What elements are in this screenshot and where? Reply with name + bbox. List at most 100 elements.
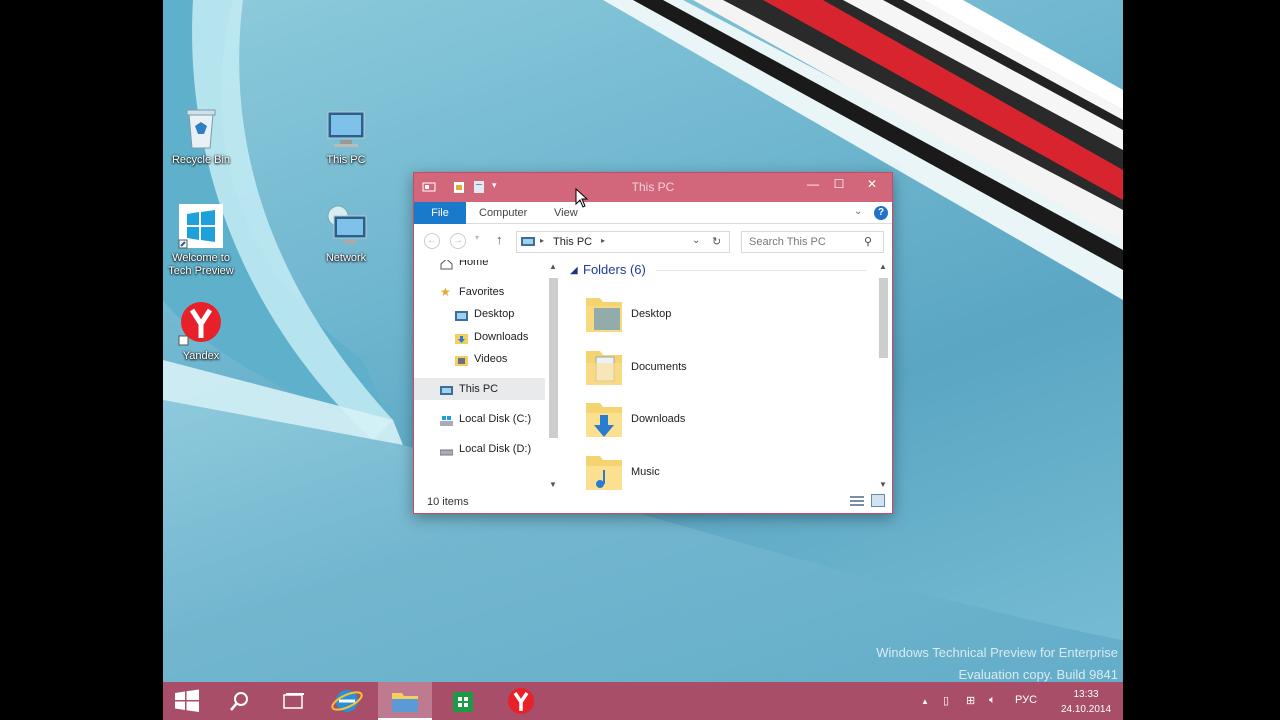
language-indicator[interactable]: РУС bbox=[1015, 694, 1037, 706]
folder-item[interactable]: Documents bbox=[584, 345, 804, 395]
details-view-icon[interactable] bbox=[850, 495, 864, 510]
network-icon bbox=[322, 202, 370, 250]
address-dropdown-icon[interactable]: ⌄ bbox=[692, 235, 700, 246]
desktop-icon-network[interactable]: Network bbox=[308, 202, 384, 265]
mouse-cursor-icon bbox=[575, 188, 589, 208]
up-button[interactable]: ↑ bbox=[496, 232, 503, 247]
documents-folder-icon bbox=[584, 345, 624, 389]
desktop-icon-label: Recycle Bin bbox=[171, 154, 231, 166]
folder-item[interactable]: Desktop bbox=[584, 292, 804, 342]
desktop-icon-label: Welcome to Tech Preview bbox=[168, 252, 234, 277]
watermark-line1: Windows Technical Preview for Enterprise bbox=[876, 645, 1118, 660]
nav-favorite-videos[interactable]: Videos bbox=[414, 348, 546, 370]
maximize-button[interactable]: ☐ bbox=[826, 173, 852, 195]
nav-this-pc[interactable]: This PC bbox=[414, 378, 545, 400]
navigation-pane-scrollbar[interactable]: ▲ ▼ bbox=[545, 260, 562, 492]
file-list-scrollbar[interactable]: ▲ ▼ bbox=[875, 260, 892, 492]
start-button[interactable] bbox=[163, 682, 215, 720]
search-box[interactable]: Search This PC ⚲ bbox=[741, 231, 884, 253]
expand-ribbon-icon[interactable]: ⌄ bbox=[854, 206, 862, 217]
desktop-icon-welcome[interactable]: Welcome to Tech Preview bbox=[163, 202, 239, 278]
title-bar[interactable]: ▾ This PC — ☐ ✕ bbox=[414, 173, 892, 202]
task-view-icon bbox=[283, 693, 304, 709]
item-count: 10 items bbox=[427, 496, 469, 508]
nav-label: Favorites bbox=[459, 286, 505, 298]
refresh-icon[interactable]: ↻ bbox=[712, 235, 721, 248]
nav-label: Home bbox=[459, 260, 489, 268]
group-header[interactable]: Folders (6) bbox=[583, 262, 646, 277]
desktop: Recycle Bin This PC Welcome to Tech Prev… bbox=[163, 0, 1123, 720]
nav-favorites[interactable]: ★ Favorites bbox=[414, 281, 546, 303]
tab-computer[interactable]: Computer bbox=[467, 202, 539, 224]
folder-name: Documents bbox=[631, 361, 687, 373]
folder-name: Music bbox=[631, 466, 660, 478]
desktop-folder-icon bbox=[584, 292, 624, 336]
windows-logo-icon bbox=[177, 202, 225, 250]
folder-item[interactable]: Downloads bbox=[584, 397, 804, 447]
address-bar[interactable]: ▸ This PC ▸ ⌄ ↻ bbox=[516, 231, 730, 253]
scroll-up-arrow-icon[interactable]: ▲ bbox=[879, 262, 887, 271]
navigation-pane: Home ★ Favorites Desktop Downloads Video… bbox=[414, 260, 561, 492]
desktop-icon-label: This PC bbox=[326, 154, 366, 166]
scrollbar-thumb[interactable] bbox=[879, 278, 888, 358]
build-watermark: Windows Technical Preview for Enterprise… bbox=[876, 642, 1118, 686]
nav-favorite-downloads[interactable]: Downloads bbox=[414, 326, 546, 348]
clock-time: 13:33 bbox=[1073, 689, 1099, 700]
internet-explorer-button[interactable] bbox=[321, 682, 373, 720]
downloads-folder-icon bbox=[584, 397, 624, 441]
back-button[interactable]: ← bbox=[424, 233, 440, 249]
clock-date: 24.10.2014 bbox=[1060, 704, 1112, 715]
search-icon[interactable]: ⚲ bbox=[864, 235, 872, 248]
internet-explorer-icon bbox=[331, 690, 363, 712]
scroll-down-arrow-icon[interactable]: ▼ bbox=[879, 480, 887, 489]
folder-item[interactable]: Music bbox=[584, 450, 804, 492]
nav-label: Local Disk (C:) bbox=[459, 413, 532, 425]
forward-button[interactable]: → bbox=[450, 233, 466, 249]
search-input[interactable]: Search This PC bbox=[749, 236, 826, 248]
breadcrumb-chevron-icon: ▸ bbox=[540, 236, 545, 245]
store-button[interactable] bbox=[437, 682, 489, 720]
tab-file[interactable]: File bbox=[414, 202, 466, 224]
nav-local-disk-d[interactable]: Local Disk (D:) bbox=[414, 438, 546, 460]
minimize-button[interactable]: — bbox=[800, 173, 826, 195]
nav-label: Downloads bbox=[474, 331, 529, 343]
search-button[interactable] bbox=[215, 682, 267, 720]
desktop-icon-recycle-bin[interactable]: Recycle Bin bbox=[163, 104, 239, 167]
close-button[interactable]: ✕ bbox=[859, 173, 885, 195]
scroll-down-arrow-icon[interactable]: ▼ bbox=[549, 480, 557, 489]
scrollbar-thumb[interactable] bbox=[549, 278, 558, 438]
file-explorer-icon bbox=[392, 693, 418, 712]
nav-label: Desktop bbox=[474, 308, 515, 320]
nav-home[interactable]: Home bbox=[414, 260, 546, 273]
windows-logo-icon bbox=[175, 689, 199, 712]
nav-label: Videos bbox=[474, 353, 508, 365]
collapse-group-icon[interactable]: ◢ bbox=[570, 265, 578, 276]
computer-icon bbox=[322, 104, 370, 152]
scroll-up-arrow-icon[interactable]: ▲ bbox=[549, 262, 557, 271]
clock[interactable]: 13:33 24.10.2014 bbox=[1055, 687, 1117, 717]
network-tray-icon[interactable]: ⊞ bbox=[966, 694, 975, 707]
this-pc-small-icon bbox=[521, 236, 535, 251]
file-explorer-button[interactable] bbox=[378, 682, 432, 720]
yandex-icon bbox=[177, 300, 225, 348]
recent-locations-icon[interactable]: ▾ bbox=[475, 233, 479, 242]
yandex-browser-button[interactable] bbox=[495, 682, 547, 720]
nav-local-disk-c[interactable]: Local Disk (C:) bbox=[414, 408, 546, 430]
desktop-icon-yandex[interactable]: Yandex bbox=[163, 300, 239, 363]
breadcrumb-chevron-icon[interactable]: ▸ bbox=[601, 236, 605, 245]
volume-icon[interactable]: 🔈︎ bbox=[989, 694, 996, 707]
show-hidden-icons-icon[interactable]: ▲ bbox=[921, 697, 929, 706]
store-icon bbox=[453, 692, 473, 712]
ribbon-tabs: File Computer View ⌄ ? bbox=[414, 202, 892, 224]
action-center-icon[interactable]: ▯ bbox=[943, 694, 949, 707]
nav-favorite-desktop[interactable]: Desktop bbox=[414, 303, 546, 325]
folder-name: Desktop bbox=[631, 308, 672, 320]
folder-name: Downloads bbox=[631, 413, 686, 425]
help-icon[interactable]: ? bbox=[874, 206, 888, 220]
recycle-bin-icon bbox=[177, 104, 225, 152]
breadcrumb-this-pc[interactable]: This PC bbox=[553, 236, 592, 248]
desktop-icon-this-pc[interactable]: This PC bbox=[308, 104, 384, 167]
file-list: ◢ Folders (6) Desktop Documents Download… bbox=[564, 260, 874, 492]
large-icons-view-icon[interactable] bbox=[871, 494, 885, 510]
task-view-button[interactable] bbox=[267, 682, 319, 720]
